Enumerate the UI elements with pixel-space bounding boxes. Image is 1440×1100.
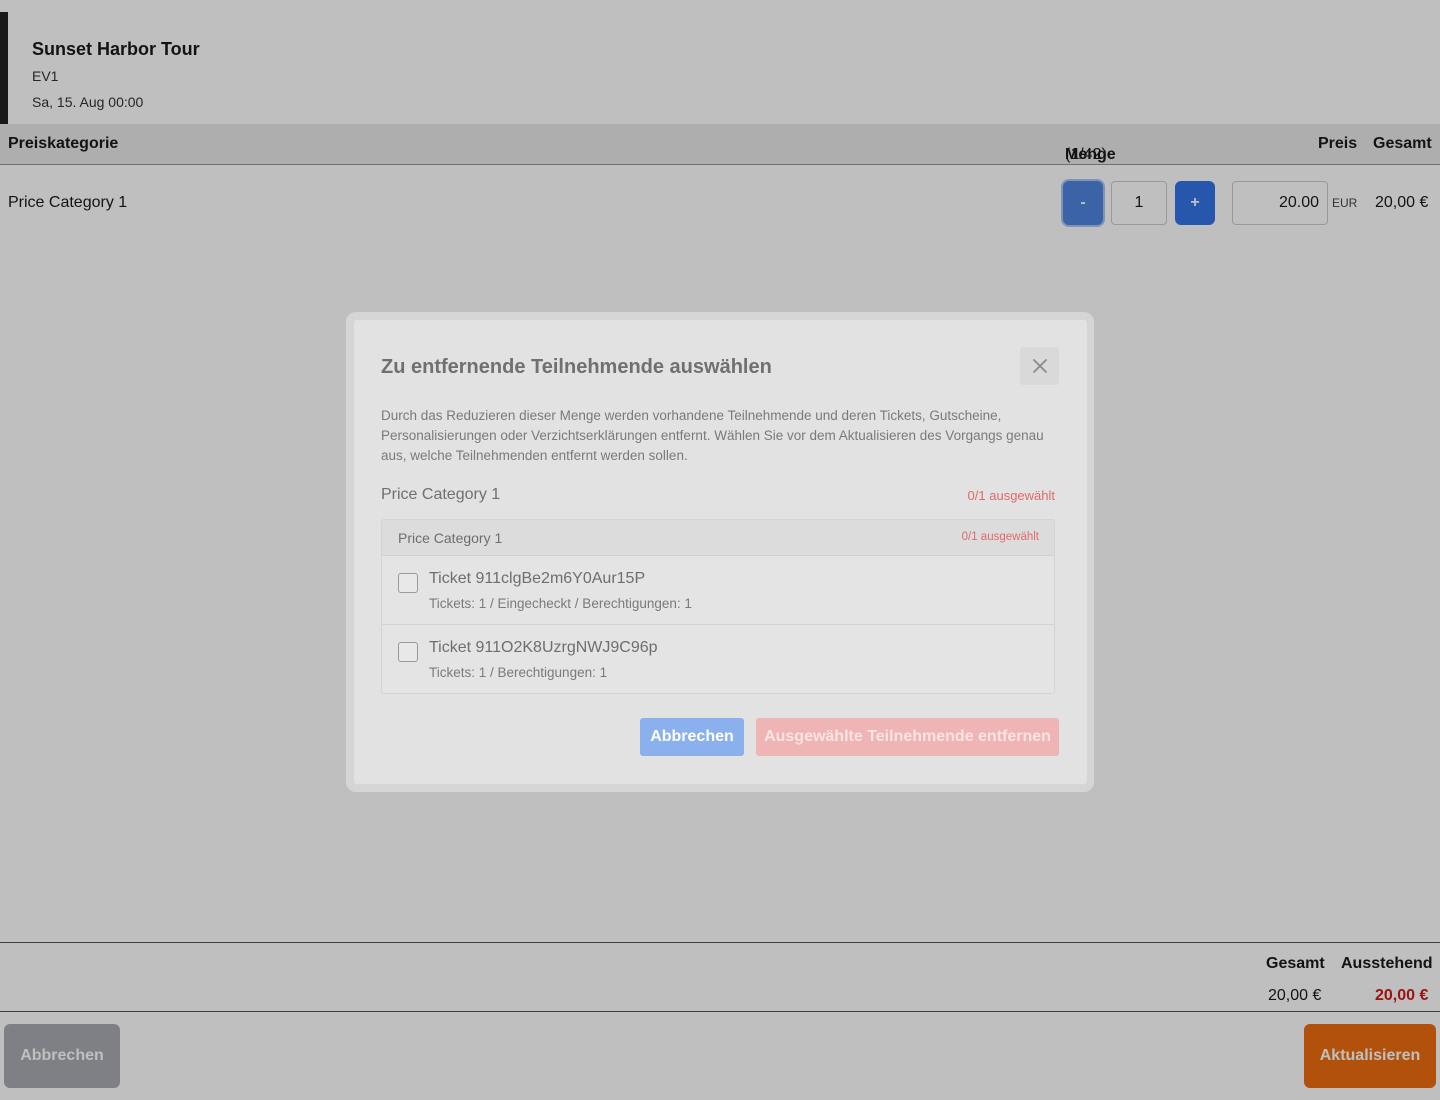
ticket-meta: Tickets: 1 / Berechtigungen: 1	[429, 665, 608, 680]
ticket-checkbox[interactable]	[398, 573, 418, 593]
ticket-checkbox[interactable]	[398, 642, 418, 662]
section-label: Price Category 1	[381, 486, 501, 503]
list-header-label: Price Category 1	[398, 530, 503, 546]
ticket-name: Ticket 911clgBe2m6Y0Aur15P	[429, 570, 646, 587]
participant-list: Price Category 1 0/1 ausgewählt Ticket 9…	[381, 519, 1055, 694]
dialog-title: Zu entfernende Teilnehmende auswählen	[381, 356, 772, 378]
list-item[interactable]: Ticket 911clgBe2m6Y0Aur15P Tickets: 1 / …	[382, 556, 1054, 625]
dialog-cancel-button[interactable]: Abbrechen	[640, 718, 744, 756]
close-icon	[1032, 359, 1047, 373]
close-button[interactable]	[1020, 347, 1059, 385]
ticket-name: Ticket 911O2K8UzrgNWJ9C96p	[429, 639, 658, 656]
participant-list-header: Price Category 1 0/1 ausgewählt	[382, 520, 1054, 556]
list-header-count: 0/1 ausgewählt	[961, 531, 1039, 543]
dialog-description: Durch das Reduzieren dieser Menge werden…	[381, 408, 1044, 463]
remove-participants-dialog: Zu entfernende Teilnehmende auswählen Du…	[354, 320, 1087, 784]
ticket-meta: Tickets: 1 / Eingecheckt / Berechtigunge…	[429, 596, 692, 611]
section-selected-count: 0/1 ausgewählt	[967, 488, 1055, 503]
list-item[interactable]: Ticket 911O2K8UzrgNWJ9C96p Tickets: 1 / …	[382, 625, 1054, 694]
remove-selected-button[interactable]: Ausgewählte Teilnehmende entfernen	[756, 718, 1059, 756]
